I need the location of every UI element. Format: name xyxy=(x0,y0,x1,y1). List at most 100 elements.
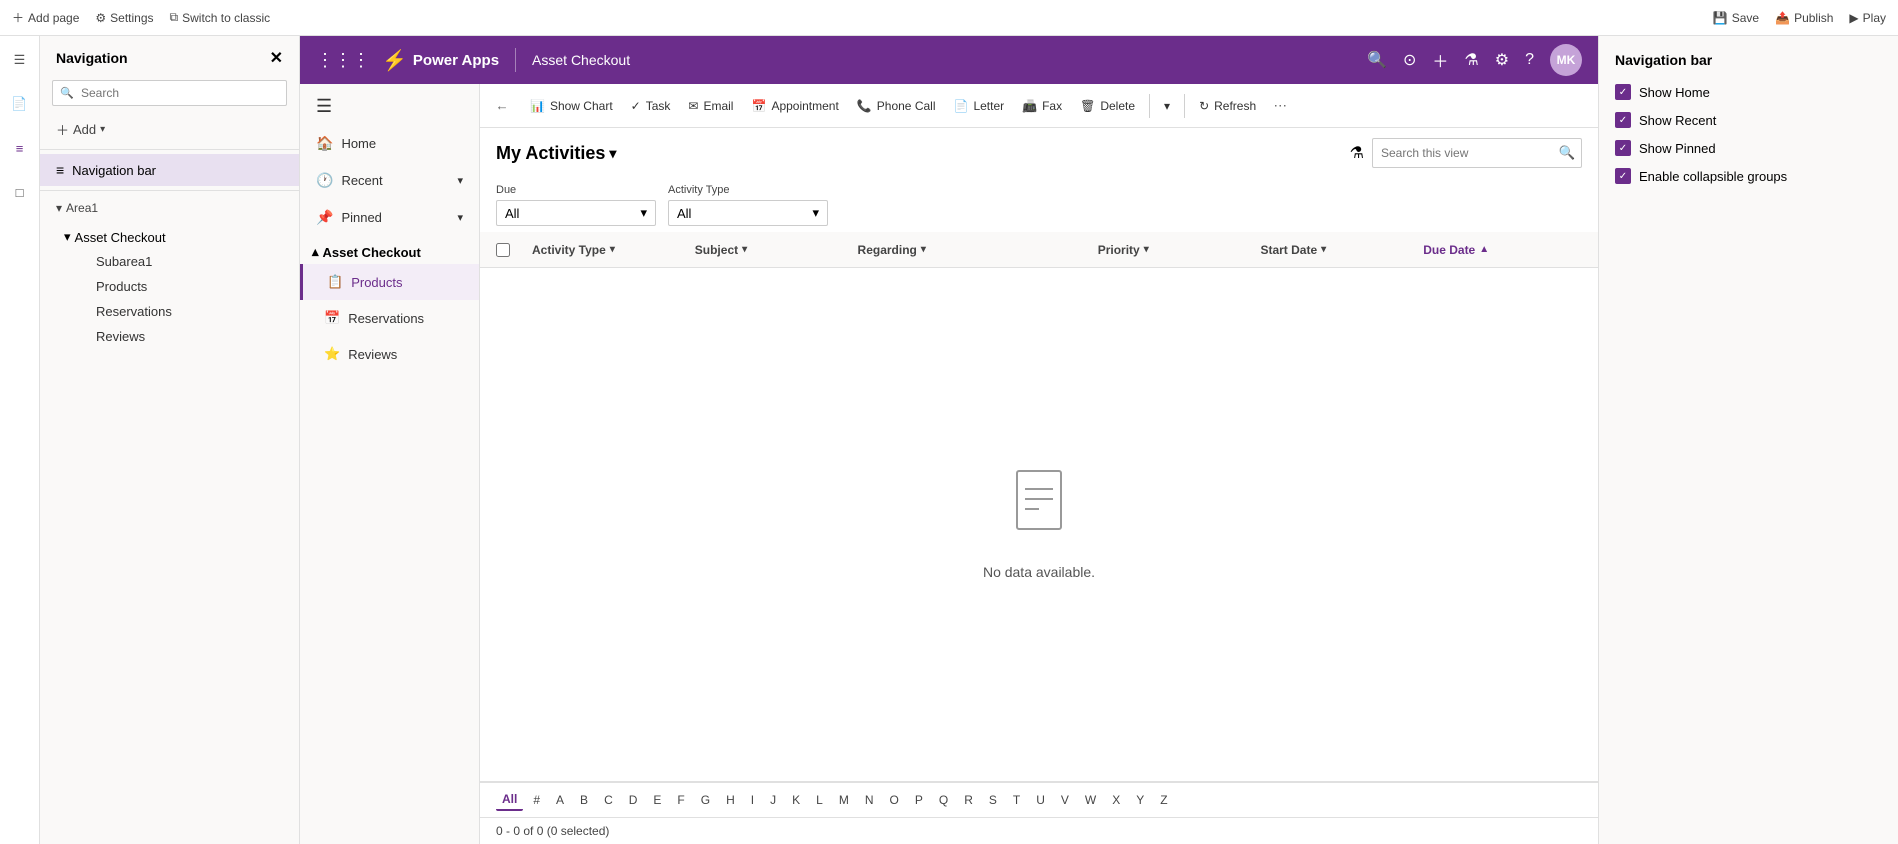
page-letter-z[interactable]: Z xyxy=(1154,790,1173,810)
nav-navigation-bar-item[interactable]: ≡ Navigation bar xyxy=(40,154,299,186)
page-letter-i[interactable]: I xyxy=(745,790,760,810)
col-regarding[interactable]: Regarding ▾ xyxy=(854,243,1094,257)
page-letter-#[interactable]: # xyxy=(527,790,546,810)
checkbox-item-0[interactable]: ✓ Show Home xyxy=(1615,84,1882,100)
nav-sub-item-products[interactable]: Products xyxy=(88,274,283,299)
nav-search-input[interactable] xyxy=(52,80,287,106)
letter-btn[interactable]: 📄 Letter xyxy=(946,94,1013,118)
task-btn[interactable]: ✓ Task xyxy=(623,94,679,118)
checkboxes-container: ✓ Show Home ✓ Show Recent ✓ Show Pinned … xyxy=(1615,84,1882,184)
delete-icon: 🗑 xyxy=(1080,99,1095,113)
components-icon[interactable]: □ xyxy=(4,176,36,208)
col-due-date[interactable]: Due Date ▲ xyxy=(1419,243,1582,257)
nav-close-btn[interactable]: ✕ xyxy=(270,48,283,68)
mid-nav-pinned[interactable]: 📌 Pinned ▾ xyxy=(300,199,479,236)
col-start-date[interactable]: Start Date ▾ xyxy=(1256,243,1419,257)
page-letter-r[interactable]: R xyxy=(958,790,979,810)
dropdown-btn[interactable]: ▾ xyxy=(1156,94,1178,118)
user-avatar[interactable]: MK xyxy=(1550,44,1582,76)
page-letter-s[interactable]: S xyxy=(983,790,1003,810)
mid-nav-reviews[interactable]: ⭐ Reviews xyxy=(300,336,479,372)
page-letter-all[interactable]: All xyxy=(496,789,523,811)
page-letter-b[interactable]: B xyxy=(574,790,594,810)
page-letter-c[interactable]: C xyxy=(598,790,619,810)
search-icon-header[interactable]: 🔍 xyxy=(1367,50,1387,70)
checkbox-box-1[interactable]: ✓ xyxy=(1615,112,1631,128)
page-letter-y[interactable]: Y xyxy=(1130,790,1150,810)
page-letter-g[interactable]: G xyxy=(695,790,716,810)
back-btn[interactable]: ← xyxy=(488,92,516,120)
publish-btn[interactable]: 📤 Publish xyxy=(1775,11,1833,25)
nav-asset-checkout-header[interactable]: ▾ Asset Checkout xyxy=(64,225,283,249)
page-letter-v[interactable]: V xyxy=(1055,790,1075,810)
question-icon-header[interactable]: ? xyxy=(1525,51,1534,69)
view-search-btn[interactable]: 🔍 xyxy=(1553,139,1581,167)
checkbox-item-1[interactable]: ✓ Show Recent xyxy=(1615,112,1882,128)
play-btn[interactable]: ▶ Play xyxy=(1849,11,1886,25)
mid-nav-hamburger[interactable]: ☰ xyxy=(300,88,479,125)
page-letter-j[interactable]: J xyxy=(764,790,782,810)
page-letter-n[interactable]: N xyxy=(859,790,880,810)
page-letter-p[interactable]: P xyxy=(909,790,929,810)
page-letter-u[interactable]: U xyxy=(1030,790,1051,810)
appointment-btn[interactable]: 📅 Appointment xyxy=(743,94,846,118)
page-letter-t[interactable]: T xyxy=(1007,790,1026,810)
hamburger-icon[interactable]: ☰ xyxy=(4,44,36,76)
settings-btn[interactable]: ⚙ Settings xyxy=(95,11,153,25)
fax-btn[interactable]: 📠 Fax xyxy=(1014,94,1070,118)
help-circle-icon[interactable]: ⊙ xyxy=(1403,50,1416,70)
page-letter-o[interactable]: O xyxy=(884,790,905,810)
page-letter-a[interactable]: A xyxy=(550,790,570,810)
show-chart-btn[interactable]: 📊 Show Chart xyxy=(522,94,621,118)
page-letter-x[interactable]: X xyxy=(1106,790,1126,810)
page-letter-l[interactable]: L xyxy=(810,790,829,810)
page-letter-e[interactable]: E xyxy=(647,790,667,810)
delete-btn[interactable]: 🗑 Delete xyxy=(1072,94,1143,118)
nav-sub-item-reservations[interactable]: Reservations xyxy=(88,299,283,324)
nav-add-btn[interactable]: ＋ Add ▾ xyxy=(40,114,299,145)
nav-search: 🔍 xyxy=(52,80,287,106)
pages-icon[interactable]: 📄 xyxy=(4,88,36,120)
add-icon-header[interactable]: ＋ xyxy=(1432,48,1448,72)
add-page-btn[interactable]: ＋ Add page xyxy=(12,9,79,26)
checkbox-box-0[interactable]: ✓ xyxy=(1615,84,1631,100)
page-letter-h[interactable]: H xyxy=(720,790,741,810)
mid-nav-asset-checkout-header[interactable]: ▴ Asset Checkout xyxy=(300,236,479,264)
col-priority[interactable]: Priority ▾ xyxy=(1094,243,1257,257)
nav-icon active[interactable]: ≡ xyxy=(4,132,36,164)
col-subject[interactable]: Subject ▾ xyxy=(691,243,854,257)
page-letter-k[interactable]: K xyxy=(786,790,806,810)
grid-icon[interactable]: ⋮⋮⋮ xyxy=(316,50,370,71)
filter-activity-type-select[interactable]: All ▾ xyxy=(668,200,828,226)
mid-nav-reservations[interactable]: 📅 Reservations xyxy=(300,300,479,336)
page-letter-f[interactable]: F xyxy=(671,790,690,810)
email-btn[interactable]: ✉ Email xyxy=(680,94,741,118)
refresh-btn[interactable]: ↻ Refresh xyxy=(1191,94,1264,118)
filter-due-select[interactable]: All ▾ xyxy=(496,200,656,226)
page-letter-m[interactable]: M xyxy=(833,790,855,810)
page-letter-q[interactable]: Q xyxy=(933,790,954,810)
mid-nav-home[interactable]: 🏠 Home xyxy=(300,125,479,162)
view-filter-icon[interactable]: ⚗ xyxy=(1350,143,1364,163)
more-btn[interactable]: ⋯ xyxy=(1266,92,1294,120)
nav-sub-item-subarea1[interactable]: Subarea1 xyxy=(88,249,283,274)
view-search-input[interactable] xyxy=(1373,141,1553,165)
col-activity-type[interactable]: Activity Type ▾ xyxy=(528,243,691,257)
nav-area1-header[interactable]: ▾ Area1 xyxy=(56,201,283,215)
switch-classic-btn[interactable]: ⧉ Switch to classic xyxy=(170,10,271,25)
checkbox-box-2[interactable]: ✓ xyxy=(1615,140,1631,156)
page-letter-d[interactable]: D xyxy=(623,790,644,810)
page-letter-w[interactable]: W xyxy=(1079,790,1102,810)
checkbox-box-3[interactable]: ✓ xyxy=(1615,168,1631,184)
save-btn[interactable]: 💾 Save xyxy=(1713,11,1759,25)
checkbox-item-3[interactable]: ✓ Enable collapsible groups xyxy=(1615,168,1882,184)
mid-nav-recent[interactable]: 🕐 Recent ▾ xyxy=(300,162,479,199)
view-title-chevron[interactable]: ▾ xyxy=(609,145,616,162)
select-all-checkbox[interactable] xyxy=(496,243,510,257)
filter-icon-header[interactable]: ⚗ xyxy=(1464,50,1478,70)
nav-sub-item-reviews[interactable]: Reviews xyxy=(88,324,283,349)
settings-icon-header[interactable]: ⚙ xyxy=(1495,50,1509,70)
checkbox-item-2[interactable]: ✓ Show Pinned xyxy=(1615,140,1882,156)
mid-nav-products[interactable]: 📋 Products xyxy=(300,264,479,300)
phone-call-btn[interactable]: 📞 Phone Call xyxy=(849,94,944,118)
